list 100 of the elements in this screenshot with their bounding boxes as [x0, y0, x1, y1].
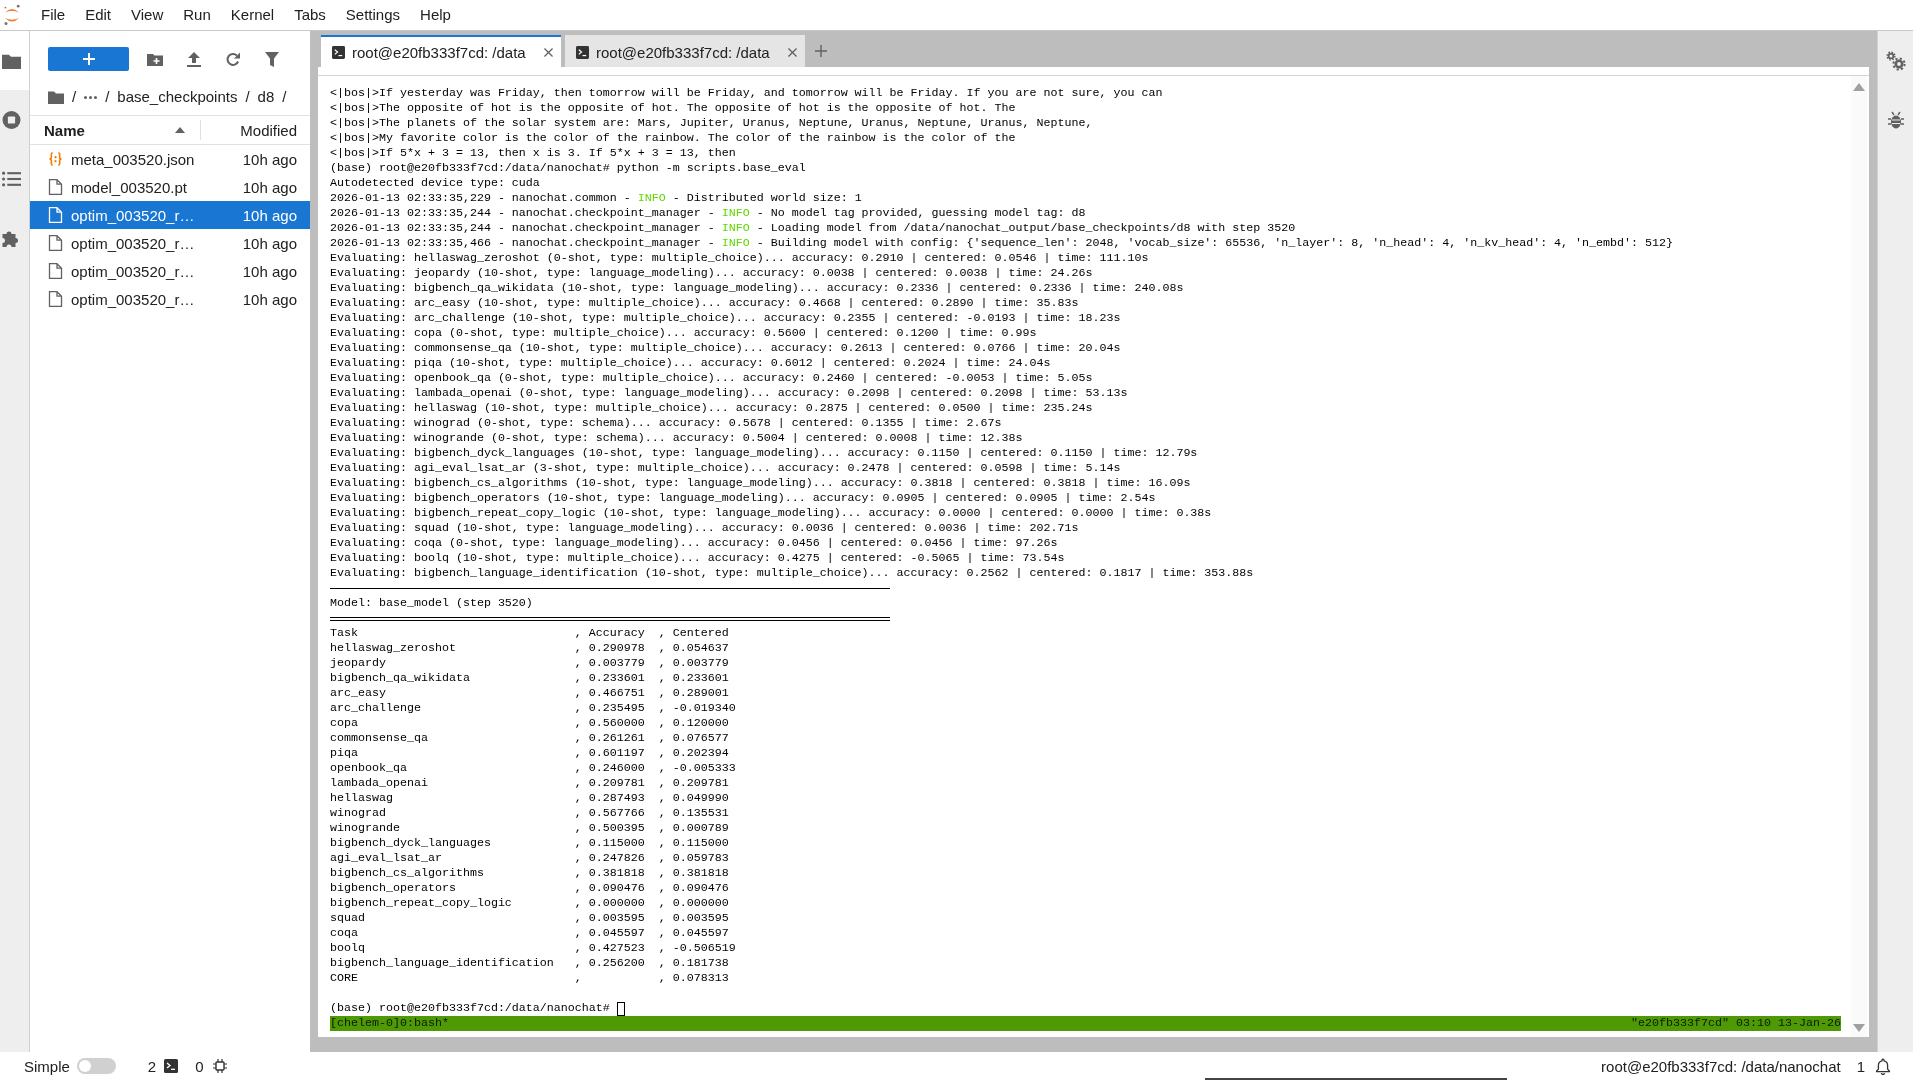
terminal-line: bigbench_dyck_languages , 0.115000 , 0.115000 — [330, 836, 730, 851]
terminal-line: Evaluating: piqa (10-shot, type: multiple_choice)... accuracy: 0.6012 | centered: 0.2024 | time: 24.04s — [330, 356, 1052, 371]
file-row[interactable]: optim_003520_r… 10h ago — [30, 285, 310, 313]
menu-item[interactable]: Tabs — [284, 1, 336, 29]
status-path: root@e20fb333f7cd: /data/nanochat — [1601, 1057, 1841, 1075]
terminal-line: Evaluating: arc_challenge (10-shot, type: multiple_choice)... accuracy: 0.2355 | centered: -0.0193 | time: 18.23s — [330, 311, 1122, 326]
terminal-icon — [576, 45, 589, 59]
breadcrumb-separator: / — [282, 87, 287, 107]
file-modified: 10h ago — [242, 234, 297, 252]
file-name: model_003520.pt — [71, 178, 188, 196]
ellipsis-icon[interactable] — [84, 95, 98, 99]
terminal-line: Evaluating: bigbench_repeat_copy_logic (10-shot, type: language_modeling)... accuracy: 0.0000 | centered: 0.0000 | time: 0.38s — [330, 506, 1213, 521]
terminal-line: boolq , 0.427523 , -0.506519 — [330, 941, 737, 956]
terminal-line: Evaluating: openbook_qa (0-shot, type: multiple_choice)... accuracy: 0.2460 | centered: -0.0053 | time: 5.05s — [330, 371, 1094, 386]
breadcrumb-separator: / — [245, 87, 250, 107]
refresh-icon[interactable] — [225, 51, 241, 67]
breadcrumb-separator: / — [105, 87, 110, 107]
chip-icon[interactable] — [212, 1059, 227, 1073]
menu-item[interactable]: Kernel — [220, 1, 285, 29]
terminal-line: jeopardy , 0.003779 , 0.003779 — [330, 656, 730, 671]
breadcrumb-link[interactable]: base_checkpoints — [117, 87, 238, 107]
terminal-line: Evaluating: winogrande (0-shot, type: schema)... accuracy: 0.5004 | centered: 0.0008 | time: 12.38s — [330, 431, 1024, 446]
file-icon — [48, 291, 63, 307]
terminal-line: openbook_qa , 0.246000 , -0.005333 — [330, 761, 737, 776]
plus-icon — [82, 53, 95, 65]
terminal-line: winograd , 0.567766 , 0.135531 — [330, 806, 730, 821]
terminal-line: bigbench_operators , 0.090476 , 0.090476 — [330, 881, 730, 896]
file-modified: 10h ago — [242, 206, 297, 224]
terminal-line: <|bos|>The opposite of hot is the opposite of hot. The opposite of hot is the opposite of hot. The — [330, 101, 1017, 116]
document-tab[interactable]: root@e20fb333f7cd: /data — [565, 35, 805, 67]
file-name: optim_003520_r… — [71, 206, 196, 224]
bug-icon — [1887, 110, 1904, 129]
terminal-line: Autodetected device type: cuda — [330, 176, 541, 191]
terminal-line: Evaluating: bigbench_qa_wikidata (10-shot, type: language_modeling)... accuracy: 0.2336 | centered: 0.2336 | time: 240.08s — [330, 281, 1185, 296]
column-header[interactable]: Name — [44, 121, 175, 139]
menu-item[interactable]: Edit — [75, 1, 122, 29]
terminal-line: arc_easy , 0.466751 , 0.289001 — [330, 686, 730, 701]
terminal-line: Evaluating: boolq (10-shot, type: multiple_choice)... accuracy: 0.4275 | centered: -0.5065 | time: 73.54s — [330, 551, 1066, 566]
close-icon[interactable] — [544, 47, 553, 57]
close-icon[interactable] — [788, 47, 797, 57]
file-name: optim_003520_r… — [71, 234, 196, 252]
file-icon — [48, 263, 63, 279]
terminal-line: arc_challenge , 0.235495 , -0.019340 — [330, 701, 737, 716]
terminal-line: squad , 0.003595 , 0.003595 — [330, 911, 730, 926]
folder-plus-icon[interactable] — [147, 51, 163, 67]
menu-item[interactable]: View — [121, 1, 174, 29]
toggle-switch[interactable] — [76, 1058, 116, 1074]
menu-item[interactable]: Run — [173, 1, 221, 29]
terminal-line: commonsense_qa , 0.261261 , 0.076577 — [330, 731, 730, 746]
file-modified: 10h ago — [242, 150, 297, 168]
bell-icon[interactable] — [1875, 1057, 1891, 1075]
menu-item[interactable]: File — [31, 1, 76, 29]
document-tab[interactable]: root@e20fb333f7cd: /data — [321, 35, 561, 67]
folder-icon[interactable] — [48, 90, 64, 104]
file-row[interactable]: optim_003520_r… 10h ago — [30, 229, 310, 257]
terminal-line: Evaluating: copa (0-shot, type: multiple_choice)... accuracy: 0.5600 | centered: 0.1200 | time: 0.99s — [330, 326, 1038, 341]
terminal-line: CORE , , 0.078313 — [330, 971, 730, 986]
list-icon — [2, 169, 21, 188]
breadcrumb-separator: / — [72, 87, 77, 107]
notification-count: 1 — [1856, 1057, 1865, 1075]
plus-icon[interactable] — [815, 45, 827, 57]
filter-icon[interactable] — [264, 51, 280, 67]
terminal-line: coqa , 0.045597 , 0.045597 — [330, 926, 730, 941]
terminal-line: Evaluating: hellaswag (10-shot, type: multiple_choice)... accuracy: 0.2875 | centered: 0.0500 | time: 235.24s — [330, 401, 1094, 416]
file-row[interactable]: model_003520.pt 10h ago — [30, 173, 310, 201]
upload-icon[interactable] — [186, 51, 202, 67]
file-modified: 10h ago — [242, 178, 297, 196]
app-logo-icon — [3, 4, 21, 26]
terminal-line: Evaluating: bigbench_cs_algorithms (10-shot, type: language_modeling)... accuracy: 0.3818 | centered: 0.3818 | time: 16.09s — [330, 476, 1192, 491]
status-label: Simple — [24, 1057, 70, 1075]
terminal-line: Evaluating: bigbench_language_identification (10-shot, type: multiple_choice)... accuracy: 0.2562 | centered: 0.1817 | time: 353.88s — [330, 566, 1255, 581]
sidebar-tab[interactable] — [0, 31, 29, 90]
terminal-line: piqa , 0.601197 , 0.202394 — [330, 746, 730, 761]
file-name: optim_003520_r… — [71, 290, 196, 308]
terminal-line: winogrande , 0.500395 , 0.000789 — [330, 821, 730, 836]
terminal-line: Evaluating: hellaswag_zeroshot (0-shot, type: multiple_choice)... accuracy: 0.2910 | centered: 0.0546 | time: 111.10s — [330, 251, 1150, 266]
file-icon — [48, 235, 63, 251]
menu-item[interactable]: Settings — [335, 1, 411, 29]
status-count: 0 — [195, 1057, 204, 1075]
file-row[interactable]: optim_003520_r… 10h ago — [30, 201, 310, 229]
menu-item[interactable]: Help — [410, 1, 461, 29]
new-launcher-button[interactable] — [48, 47, 129, 71]
terminal-line: <|bos|>My favorite color is the color of the rainbow. The color of the rainbow is the color of the — [330, 131, 1017, 146]
terminal-line: <|bos|>If 5*x + 3 = 13, then x is 3. If 5*x + 3 = 13, then — [330, 146, 737, 161]
file-row[interactable]: optim_003520_r… 10h ago — [30, 257, 310, 285]
breadcrumb-link[interactable]: d8 — [257, 87, 275, 107]
terminal-line: Evaluating: jeopardy (10-shot, type: language_modeling)... accuracy: 0.0038 | centered: 0.0038 | time: 24.26s — [330, 266, 1094, 281]
terminal-line: Evaluating: coqa (0-shot, type: language_modeling)... accuracy: 0.0456 | centered: 0.0456 | time: 97.26s — [330, 536, 1059, 551]
terminal-line: <|bos|>The planets of the solar system are: Mars, Jupiter, Uranus, Neptune, Uranus, Neptune, Uranus, Neptune, — [330, 116, 1094, 131]
file-icon — [48, 179, 63, 195]
terminal-line: agi_eval_lsat_ar , 0.247826 , 0.059783 — [330, 851, 730, 866]
terminal-line: bigbench_cs_algorithms , 0.381818 , 0.381818 — [330, 866, 730, 881]
column-header[interactable]: Modified — [240, 121, 297, 139]
terminal-line: copa , 0.560000 , 0.120000 — [330, 716, 730, 731]
terminal-line: Evaluating: winograd (0-shot, type: schema)... accuracy: 0.5678 | centered: 0.1355 | time: 2.67s — [330, 416, 1003, 431]
terminal-icon[interactable] — [164, 1059, 179, 1073]
file-row[interactable]: meta_003520.json 10h ago — [30, 145, 310, 173]
terminal-line: bigbench_qa_wikidata , 0.233601 , 0.233601 — [330, 671, 730, 686]
status-text: [chelem-0]0:bash* — [330, 1016, 449, 1031]
terminal-line: Task , Accuracy , Centered — [330, 626, 730, 641]
